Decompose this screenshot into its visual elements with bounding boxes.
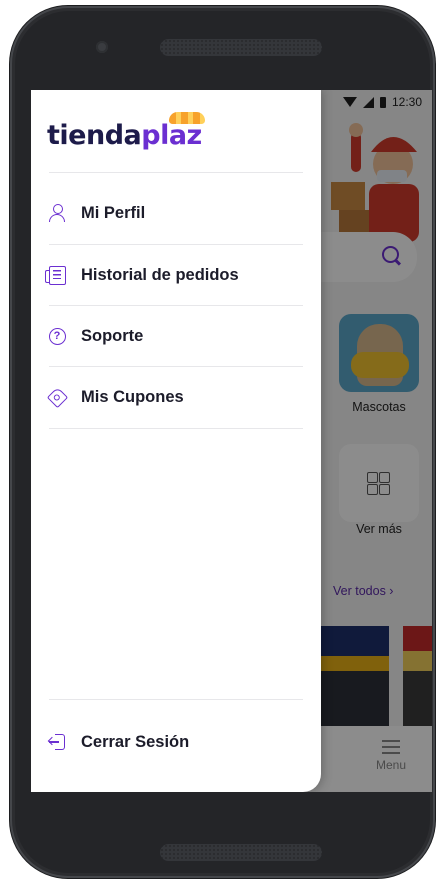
divider: [49, 305, 303, 306]
menu-item-coupons[interactable]: Mis Cupones: [46, 375, 305, 419]
signal-icon: [362, 96, 374, 108]
divider: [49, 244, 303, 245]
logout-label: Cerrar Sesión: [81, 732, 190, 751]
menu-icon: [382, 740, 400, 754]
menu-item-label: Mis Cupones: [81, 387, 184, 406]
user-icon: [49, 204, 65, 222]
coupon-icon: [46, 386, 68, 408]
menu-item-label: Soporte: [81, 326, 144, 345]
earpiece-speaker: [160, 39, 322, 56]
store-image: [309, 626, 389, 726]
menu-item-label: Historial de pedidos: [81, 265, 239, 284]
see-all-link: Ver todos ›: [333, 584, 394, 598]
logout-icon: [47, 734, 65, 750]
menu-item-profile[interactable]: Mi Perfil: [47, 191, 305, 235]
divider: [49, 428, 303, 429]
divider: [49, 366, 303, 367]
delivery-illustration: [321, 112, 432, 242]
search-icon: [382, 246, 399, 263]
navigation-drawer: tiendaplaz Mi Perfil Historial de pedido…: [31, 90, 321, 792]
brand-logo: tiendaplaz: [47, 120, 202, 151]
nav-menu: Menu: [366, 734, 416, 772]
help-icon: ?: [48, 327, 66, 345]
divider: [49, 172, 303, 173]
device-screen: Mascotas Ver más Ver todos › Menu 12:30: [31, 90, 432, 792]
category-tile-mascotas: [339, 314, 419, 392]
menu-item-label: Mi Perfil: [81, 203, 146, 222]
more-label: Ver más: [356, 522, 402, 536]
logout-button[interactable]: Cerrar Sesión: [47, 720, 305, 764]
status-time: 12:30: [391, 95, 422, 109]
divider: [49, 699, 303, 700]
wifi-icon: [342, 97, 357, 107]
menu-item-order-history[interactable]: Historial de pedidos: [44, 253, 305, 297]
front-camera: [96, 41, 108, 53]
battery-icon: [379, 96, 386, 108]
order-history-icon: [44, 265, 66, 285]
grid-icon: [367, 472, 390, 495]
category-label: Mascotas: [352, 400, 406, 414]
more-categories-tile: [339, 444, 419, 522]
store-image: [403, 626, 432, 726]
menu-item-support[interactable]: ? Soporte: [47, 314, 305, 358]
bottom-speaker: [160, 844, 322, 861]
awning-logo-icon: [169, 112, 205, 124]
